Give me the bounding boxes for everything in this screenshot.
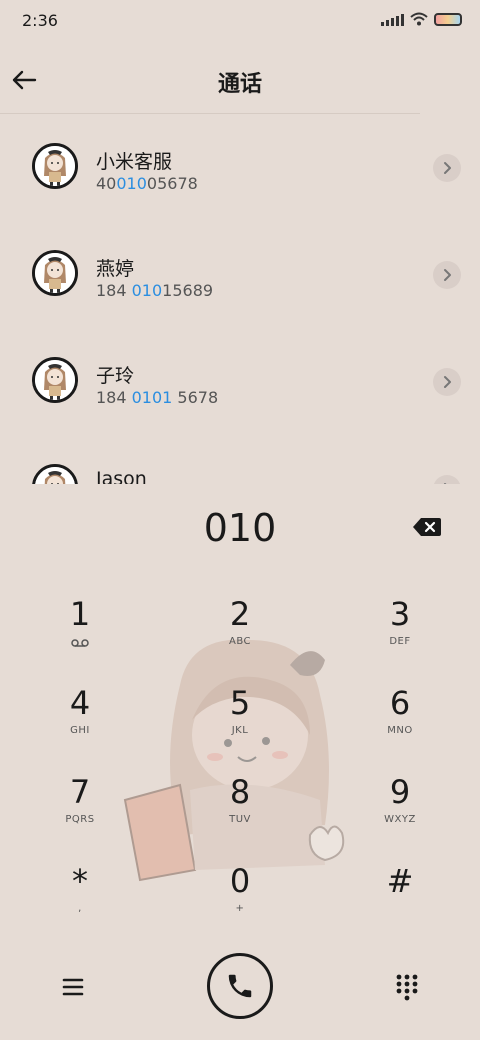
avatar [32, 250, 78, 296]
avatar [32, 143, 78, 189]
chevron-right-icon [444, 162, 451, 174]
keypad-toggle-button[interactable] [395, 973, 419, 1001]
key-2[interactable]: 2 ABC [180, 594, 300, 674]
number-match: 010 [131, 281, 163, 300]
key-letters: JKL [231, 725, 249, 736]
key-digit: # [386, 862, 414, 900]
key-digit: 2 [229, 595, 251, 633]
key-digit: 0 [229, 862, 251, 900]
contact-name: 子玲 [96, 365, 135, 387]
number-match: 0101 [131, 388, 173, 407]
battery-icon [434, 12, 462, 26]
key-letters: WXYZ [384, 814, 416, 825]
key-letters: + [235, 903, 245, 914]
key-3[interactable]: 3 DEF [340, 594, 460, 674]
key-letters: TUV [229, 814, 251, 825]
key-hash[interactable]: # [340, 861, 460, 941]
avatar-icon [35, 146, 75, 186]
key-digit: 1 [69, 595, 91, 633]
contact-row[interactable]: 子玲 184 0101 5678 [0, 328, 480, 435]
key-7[interactable]: 7 PQRS [20, 772, 140, 852]
key-letters: GHI [70, 725, 90, 736]
contact-row[interactable]: Jason [0, 435, 480, 484]
status-bar: 2:36 [0, 0, 480, 44]
dial-display: 010 [0, 484, 480, 570]
key-8[interactable]: 8 TUV [180, 772, 300, 852]
number-suffix: 15689 [162, 281, 214, 300]
avatar [32, 357, 78, 403]
contact-number: 184 0101 5678 [96, 388, 218, 407]
contact-name: Jason [96, 468, 147, 484]
signal-icon [381, 12, 404, 26]
key-letters: PQRS [65, 814, 95, 825]
key-digit: 8 [229, 773, 251, 811]
number-match: 010 [116, 174, 147, 193]
contact-name: 燕婷 [96, 258, 135, 280]
contact-row[interactable]: 小米客服 4001005678 [0, 114, 480, 221]
menu-button[interactable] [60, 975, 88, 999]
contact-detail-button[interactable] [433, 475, 461, 484]
status-time: 2:36 [22, 11, 58, 30]
key-digit: 9 [389, 773, 411, 811]
number-suffix: 5678 [172, 388, 219, 407]
keypad: 1 2 ABC 3 DEF 4 GHI 5 JKL 6 MNO 7 PQRS 8 TUV 9 WXYZ *, 0 + # [0, 580, 480, 940]
avatar-icon [35, 360, 75, 400]
chevron-right-icon [444, 269, 451, 281]
key-digit: 7 [69, 773, 91, 811]
key-letters: DEF [389, 636, 411, 647]
wifi-icon [410, 12, 428, 26]
key-1[interactable]: 1 [20, 594, 140, 674]
key-digit: 3 [389, 595, 411, 633]
key-digit: 5 [229, 684, 251, 722]
key-9[interactable]: 9 WXYZ [340, 772, 460, 852]
key-digit: 6 [389, 684, 411, 722]
avatar-icon [35, 467, 75, 484]
key-star[interactable]: *, [20, 861, 140, 941]
contact-detail-button[interactable] [433, 154, 461, 182]
contact-number: 184 01015689 [96, 281, 213, 300]
number-prefix: 184 [96, 388, 132, 407]
dialpad-icon [396, 974, 418, 1001]
contact-detail-button[interactable] [433, 368, 461, 396]
voicemail-icon [71, 639, 89, 647]
contact-number: 4001005678 [96, 174, 198, 193]
backspace-icon [413, 518, 441, 536]
dial-input[interactable]: 010 [0, 506, 480, 550]
avatar-icon [35, 253, 75, 293]
status-icons [381, 12, 462, 26]
page-title: 通话 [217, 72, 262, 97]
contact-list[interactable]: 小米客服 4001005678 燕婷 184 01015689 子玲 184 0… [0, 114, 480, 484]
key-letters: ABC [228, 636, 251, 647]
chevron-right-icon [444, 376, 451, 388]
key-5[interactable]: 5 JKL [180, 683, 300, 763]
number-prefix: 184 [96, 281, 132, 300]
key-letters: , [78, 903, 82, 914]
header: 通话 [0, 44, 480, 114]
backspace-button[interactable] [412, 516, 442, 538]
key-digit: 4 [69, 684, 91, 722]
phone-icon [228, 974, 252, 998]
avatar [32, 464, 78, 484]
menu-icon [62, 978, 84, 996]
key-digit: * [72, 862, 88, 900]
contact-row[interactable]: 燕婷 184 01015689 [0, 221, 480, 328]
number-prefix: 40 [96, 174, 117, 193]
number-suffix: 05678 [146, 174, 198, 193]
contact-detail-button[interactable] [433, 261, 461, 289]
call-button[interactable] [207, 953, 273, 1019]
key-0[interactable]: 0 + [180, 861, 300, 941]
key-6[interactable]: 6 MNO [340, 683, 460, 763]
key-4[interactable]: 4 GHI [20, 683, 140, 763]
contact-name: 小米客服 [96, 151, 173, 173]
key-letters: MNO [387, 725, 413, 736]
bottom-bar [0, 945, 480, 1040]
